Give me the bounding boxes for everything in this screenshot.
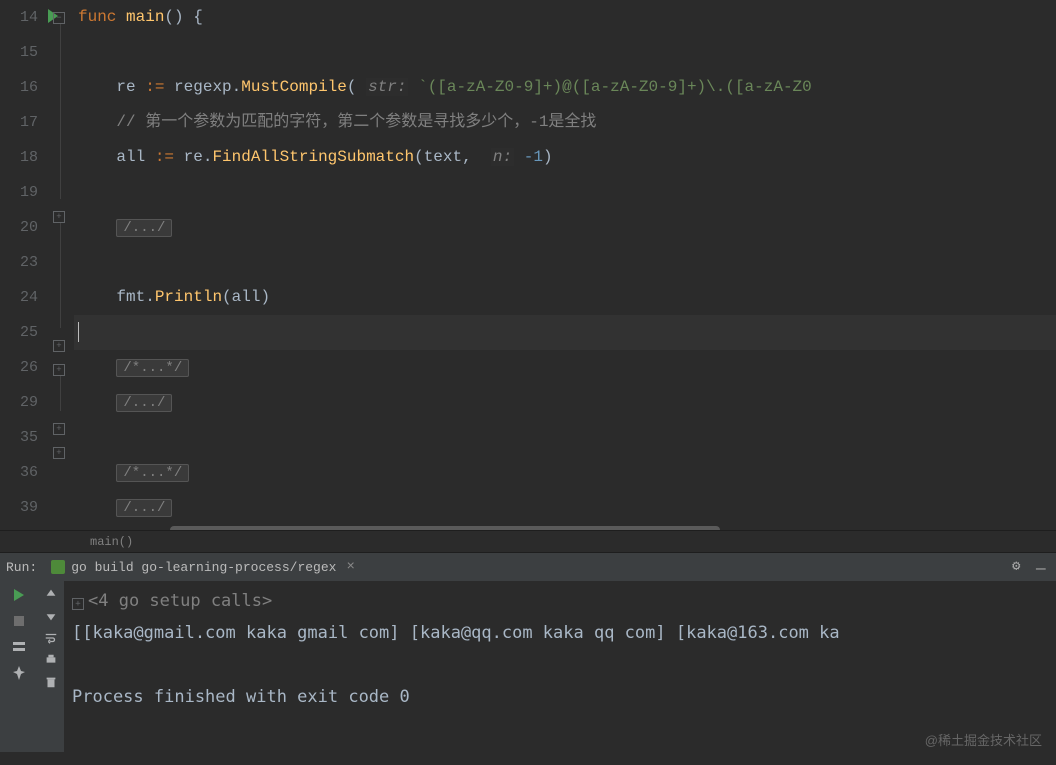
fold-toggle-icon[interactable]: + bbox=[53, 211, 65, 223]
line-number[interactable]: 25 bbox=[0, 315, 38, 350]
down-icon[interactable] bbox=[44, 609, 58, 623]
variable: re bbox=[116, 78, 135, 96]
horizontal-scrollbar[interactable] bbox=[150, 525, 1056, 530]
func-name: main bbox=[126, 8, 164, 26]
comment: // 第一个参数为匹配的字符，第二个参数是寻找多少个，-1是全找 bbox=[116, 113, 596, 131]
line-number[interactable]: 14 bbox=[0, 0, 38, 35]
line-number[interactable]: 20 bbox=[0, 210, 38, 245]
line-number[interactable]: 17 bbox=[0, 105, 38, 140]
output-line: Process finished with exit code 0 bbox=[72, 681, 1048, 713]
fold-column: − + + + + + bbox=[44, 0, 74, 530]
operator: := bbox=[155, 148, 174, 166]
line-number[interactable]: 15 bbox=[0, 35, 38, 70]
run-toolbar-primary bbox=[0, 581, 38, 752]
folded-region[interactable]: /*...*/ bbox=[116, 359, 189, 377]
watermark: @稀土掘金技术社区 bbox=[925, 730, 1042, 749]
pin-icon[interactable] bbox=[11, 665, 27, 681]
keyword: func bbox=[78, 8, 116, 26]
line-number[interactable]: 36 bbox=[0, 455, 38, 490]
argument: text bbox=[424, 148, 462, 166]
folded-region[interactable]: /.../ bbox=[116, 219, 172, 237]
code-area[interactable]: func main() { re := regexp.MustCompile( … bbox=[74, 0, 1056, 530]
line-number[interactable]: 16 bbox=[0, 70, 38, 105]
rerun-icon[interactable] bbox=[11, 587, 27, 603]
package-ref: fmt bbox=[116, 288, 145, 306]
minimize-icon[interactable]: — bbox=[1036, 560, 1050, 574]
layout-icon[interactable] bbox=[11, 639, 27, 655]
string-literal: `([a-zA-Z0-9]+)@([a-zA-Z0-9]+)\.([a-zA-Z… bbox=[418, 78, 812, 96]
line-number[interactable]: 24 bbox=[0, 280, 38, 315]
gear-icon[interactable]: ⚙ bbox=[1012, 560, 1026, 574]
line-number[interactable]: 19 bbox=[0, 175, 38, 210]
number-literal: -1 bbox=[524, 148, 543, 166]
line-number[interactable]: 26 bbox=[0, 350, 38, 385]
fold-toggle-icon[interactable]: + bbox=[53, 423, 65, 435]
folded-region[interactable]: /.../ bbox=[116, 499, 172, 517]
line-number[interactable]: 29 bbox=[0, 385, 38, 420]
close-icon[interactable]: × bbox=[346, 559, 354, 575]
run-label: Run: bbox=[6, 560, 37, 575]
operator: := bbox=[145, 78, 164, 96]
line-number[interactable]: 18 bbox=[0, 140, 38, 175]
text-cursor bbox=[78, 322, 79, 342]
wrap-icon[interactable] bbox=[44, 631, 58, 645]
function-call: FindAllStringSubmatch bbox=[212, 148, 414, 166]
line-number-gutter[interactable]: 14 15 16 17 18 19 20 23 24 25 26 29 35 3… bbox=[0, 0, 44, 530]
line-number[interactable]: 35 bbox=[0, 420, 38, 455]
print-icon[interactable] bbox=[44, 653, 58, 667]
run-panel: Run: go build go-learning-process/regex … bbox=[0, 552, 1056, 752]
variable: all bbox=[116, 148, 145, 166]
run-config-tab[interactable]: go build go-learning-process/regex × bbox=[45, 557, 361, 577]
argument: all bbox=[232, 288, 261, 306]
fold-toggle-icon[interactable]: + bbox=[53, 340, 65, 352]
function-call: MustCompile bbox=[241, 78, 347, 96]
line-number[interactable]: 39 bbox=[0, 490, 38, 525]
fold-marker[interactable]: + bbox=[72, 598, 84, 610]
up-icon[interactable] bbox=[44, 587, 58, 601]
fold-toggle-icon[interactable]: − bbox=[53, 12, 65, 24]
console-output[interactable]: + <4 go setup calls> [[kaka@gmail.com kak… bbox=[64, 581, 1056, 752]
fold-toggle-icon[interactable]: + bbox=[53, 364, 65, 376]
package-ref: regexp bbox=[174, 78, 232, 96]
param-hint: n: bbox=[491, 148, 514, 166]
folded-region[interactable]: /*...*/ bbox=[116, 464, 189, 482]
run-toolbar-secondary bbox=[38, 581, 64, 752]
param-hint: str: bbox=[366, 78, 408, 96]
function-call: Println bbox=[155, 288, 222, 306]
output-line: <4 go setup calls> bbox=[88, 591, 272, 611]
breadcrumb[interactable]: main() bbox=[0, 530, 1056, 552]
editor-pane: 14 15 16 17 18 19 20 23 24 25 26 29 35 3… bbox=[0, 0, 1056, 530]
scrollbar-thumb[interactable] bbox=[170, 526, 720, 530]
folded-region[interactable]: /.../ bbox=[116, 394, 172, 412]
line-number[interactable]: 23 bbox=[0, 245, 38, 280]
go-icon bbox=[51, 560, 65, 574]
variable: re bbox=[184, 148, 203, 166]
stop-icon[interactable] bbox=[11, 613, 27, 629]
trash-icon[interactable] bbox=[44, 675, 58, 689]
fold-toggle-icon[interactable]: + bbox=[53, 447, 65, 459]
run-tab-title: go build go-learning-process/regex bbox=[71, 560, 336, 575]
output-line: [[kaka@gmail.com kaka gmail com] [kaka@q… bbox=[72, 617, 1048, 649]
run-panel-header: Run: go build go-learning-process/regex … bbox=[0, 553, 1056, 581]
